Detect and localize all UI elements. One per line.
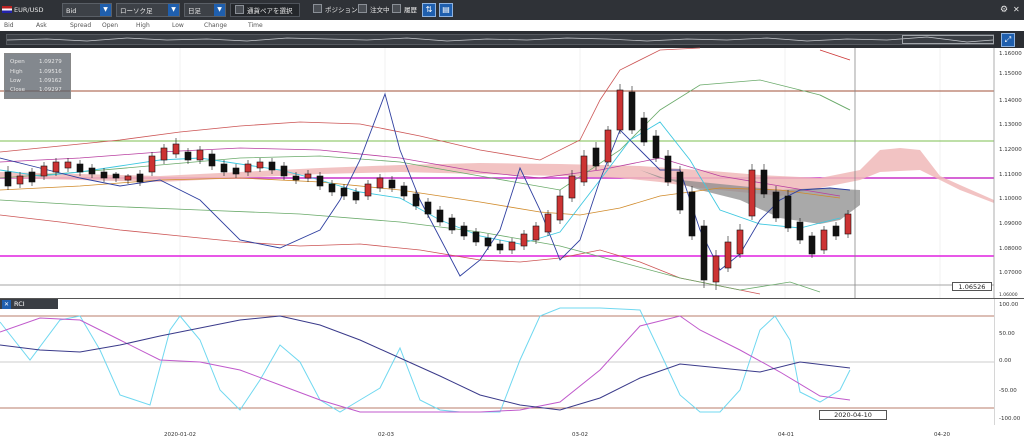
rci-pane [0, 298, 1024, 425]
current-price-label: 1.06526 [952, 282, 992, 291]
ohlc-high-value: 1.09516 [39, 69, 62, 75]
price-tick: 1.10000 [999, 196, 1022, 202]
ohlc-high-label: High [10, 69, 23, 75]
price-tick: 1.16000 [999, 51, 1022, 57]
rci-tick: 50.00 [999, 331, 1015, 337]
rci-label: RCI [14, 300, 25, 308]
price-tick: 1.07000 [999, 270, 1022, 276]
close-icon[interactable]: ✕ [2, 300, 11, 309]
rci-tick: -50.00 [999, 388, 1017, 394]
ohlc-close-value: 1.09297 [39, 87, 62, 93]
rci-tick: 0.00 [999, 358, 1012, 364]
time-tick: 04-20 [934, 432, 950, 438]
price-tick: 1.06000 [999, 293, 1018, 298]
rci-tick: -100.00 [999, 416, 1021, 422]
price-tick: 1.08000 [999, 246, 1022, 252]
price-tick: 1.11000 [999, 172, 1022, 178]
ohlc-open-label: Open [10, 59, 25, 65]
cursor-date-label: 2020-04-10 [819, 410, 887, 420]
time-tick: 03-02 [572, 432, 588, 438]
ohlc-info-box: Open 1.09279 High 1.09516 Low 1.09162 Cl… [4, 53, 71, 99]
price-tick: 1.14000 [999, 98, 1022, 104]
price-tick: 1.09000 [999, 221, 1022, 227]
price-tick: 1.15000 [999, 71, 1022, 77]
ohlc-open-value: 1.09279 [39, 59, 62, 65]
ohlc-low-value: 1.09162 [39, 78, 62, 84]
time-tick: 02-03 [378, 432, 394, 438]
chart-canvas[interactable] [0, 0, 1024, 445]
price-tick: 1.12000 [999, 147, 1022, 153]
rci-tick: 100.00 [999, 302, 1019, 308]
time-tick: 2020-01-02 [164, 432, 196, 438]
rci-header: ✕ RCI [0, 299, 58, 309]
ohlc-close-label: Close [10, 87, 25, 93]
time-tick: 04-01 [778, 432, 794, 438]
price-tick: 1.13000 [999, 122, 1022, 128]
ohlc-low-label: Low [10, 78, 21, 84]
